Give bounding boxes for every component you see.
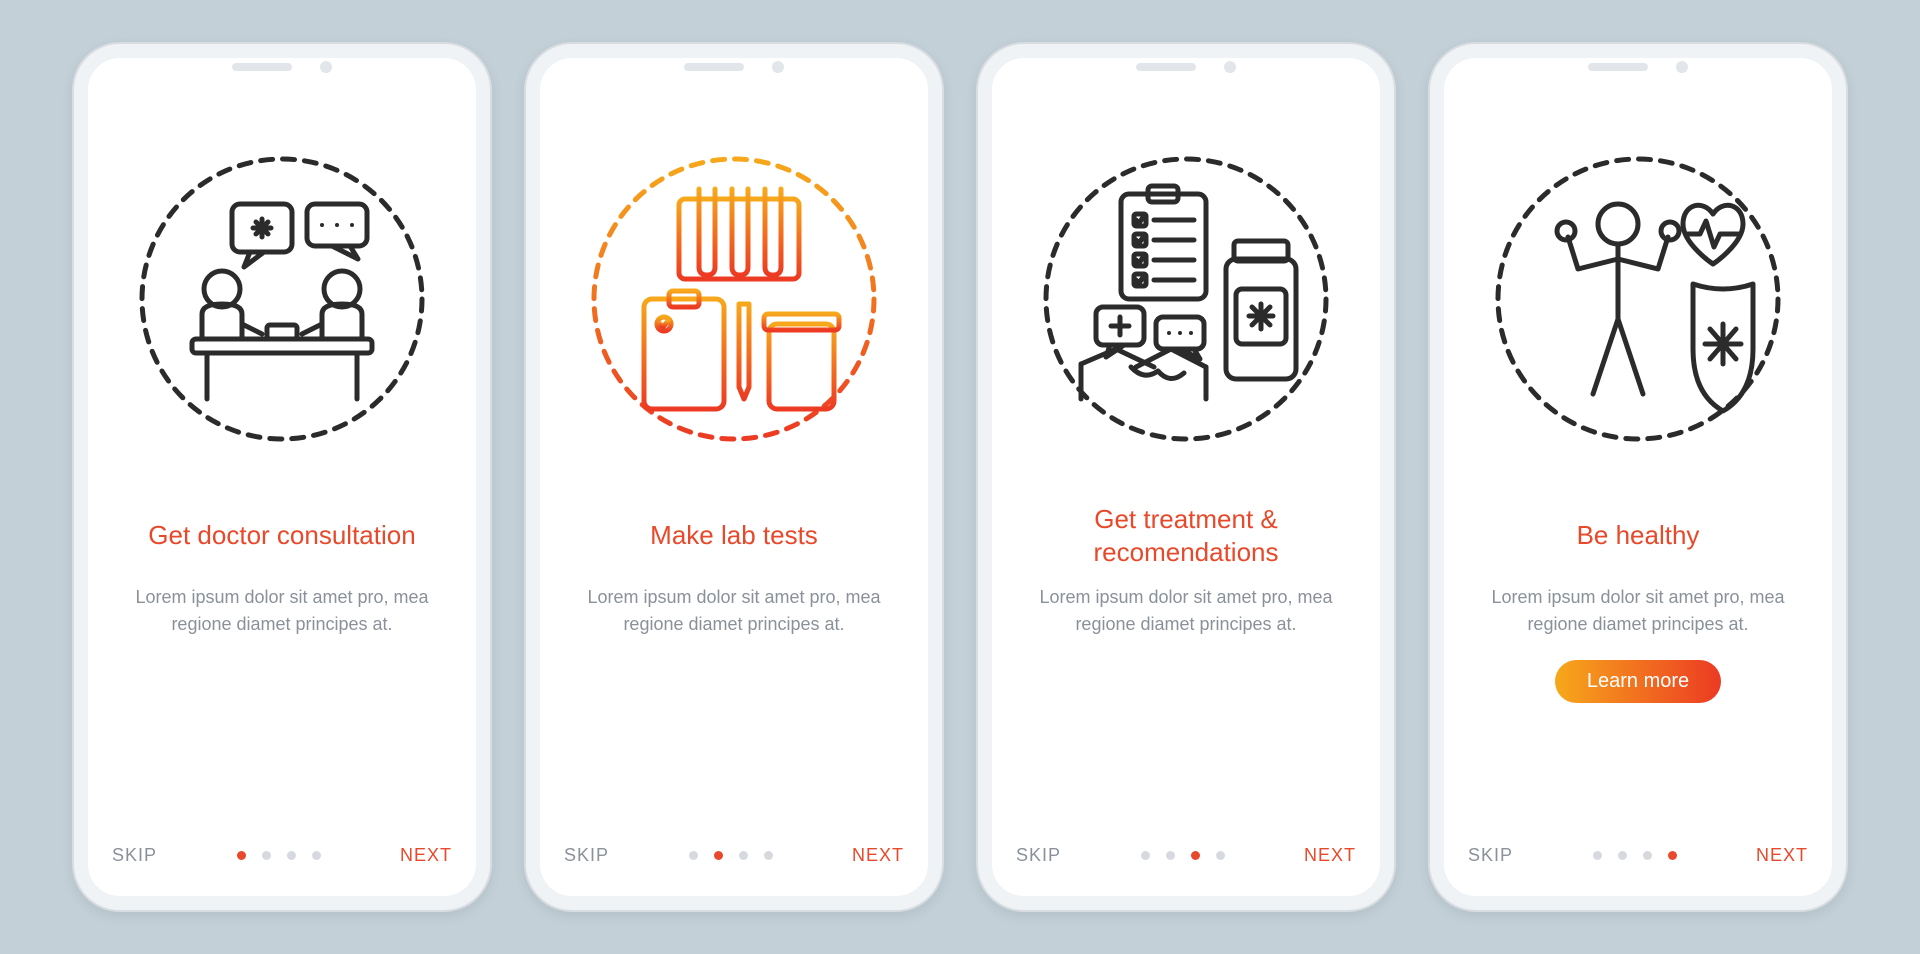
dot[interactable]: [1643, 851, 1652, 860]
camera: [1224, 61, 1236, 73]
dot[interactable]: [237, 851, 246, 860]
speaker: [1588, 63, 1648, 71]
skip-button[interactable]: SKIP: [564, 845, 609, 866]
dot[interactable]: [714, 851, 723, 860]
dot[interactable]: [1216, 851, 1225, 860]
screen-description: Lorem ipsum dolor sit amet pro, mea regi…: [1460, 584, 1816, 638]
onboarding-screen-4: Be healthy Lorem ipsum dolor sit amet pr…: [1428, 42, 1848, 912]
screen-title: Be healthy: [1470, 502, 1806, 570]
lab-tests-icon: [556, 114, 912, 484]
screen-title: Get doctor consultation: [114, 502, 450, 570]
screen-title: Get treatment & recomendations: [1018, 502, 1354, 570]
speaker: [232, 63, 292, 71]
camera: [1676, 61, 1688, 73]
camera: [772, 61, 784, 73]
pagination-dots: [237, 851, 321, 860]
onboarding-screen-2: Make lab tests Lorem ipsum dolor sit ame…: [524, 42, 944, 912]
phone-notch: [227, 60, 337, 74]
screen-title: Make lab tests: [566, 502, 902, 570]
onboarding-screen-1: Get doctor consultation Lorem ipsum dolo…: [72, 42, 492, 912]
phone-notch: [1583, 60, 1693, 74]
cta-container: Learn more: [1460, 660, 1816, 703]
next-button[interactable]: NEXT: [400, 845, 452, 866]
phone-notch: [679, 60, 789, 74]
camera: [320, 61, 332, 73]
healthy-icon: [1460, 114, 1816, 484]
pagination-dots: [689, 851, 773, 860]
dot[interactable]: [1593, 851, 1602, 860]
skip-button[interactable]: SKIP: [1016, 845, 1061, 866]
dot[interactable]: [689, 851, 698, 860]
screen-description: Lorem ipsum dolor sit amet pro, mea regi…: [1008, 584, 1364, 638]
phone-notch: [1131, 60, 1241, 74]
dot[interactable]: [1141, 851, 1150, 860]
dot[interactable]: [1668, 851, 1677, 860]
skip-button[interactable]: SKIP: [112, 845, 157, 866]
next-button[interactable]: NEXT: [1756, 845, 1808, 866]
nav-footer: SKIP NEXT: [556, 845, 912, 880]
screen-description: Lorem ipsum dolor sit amet pro, mea regi…: [556, 584, 912, 638]
next-button[interactable]: NEXT: [852, 845, 904, 866]
nav-footer: SKIP NEXT: [1008, 845, 1364, 880]
doctor-consultation-icon: [104, 114, 460, 484]
skip-button[interactable]: SKIP: [1468, 845, 1513, 866]
dot[interactable]: [312, 851, 321, 860]
nav-footer: SKIP NEXT: [104, 845, 460, 880]
nav-footer: SKIP NEXT: [1460, 845, 1816, 880]
dot[interactable]: [764, 851, 773, 860]
pagination-dots: [1141, 851, 1225, 860]
pagination-dots: [1593, 851, 1677, 860]
dot[interactable]: [262, 851, 271, 860]
dot[interactable]: [739, 851, 748, 860]
next-button[interactable]: NEXT: [1304, 845, 1356, 866]
speaker: [1136, 63, 1196, 71]
onboarding-screen-3: Get treatment & recomendations Lorem ips…: [976, 42, 1396, 912]
screen-description: Lorem ipsum dolor sit amet pro, mea regi…: [104, 584, 460, 638]
dot[interactable]: [1191, 851, 1200, 860]
dot[interactable]: [1166, 851, 1175, 860]
dot[interactable]: [1618, 851, 1627, 860]
learn-more-button[interactable]: Learn more: [1555, 660, 1721, 703]
speaker: [684, 63, 744, 71]
dot[interactable]: [287, 851, 296, 860]
treatment-icon: [1008, 114, 1364, 484]
